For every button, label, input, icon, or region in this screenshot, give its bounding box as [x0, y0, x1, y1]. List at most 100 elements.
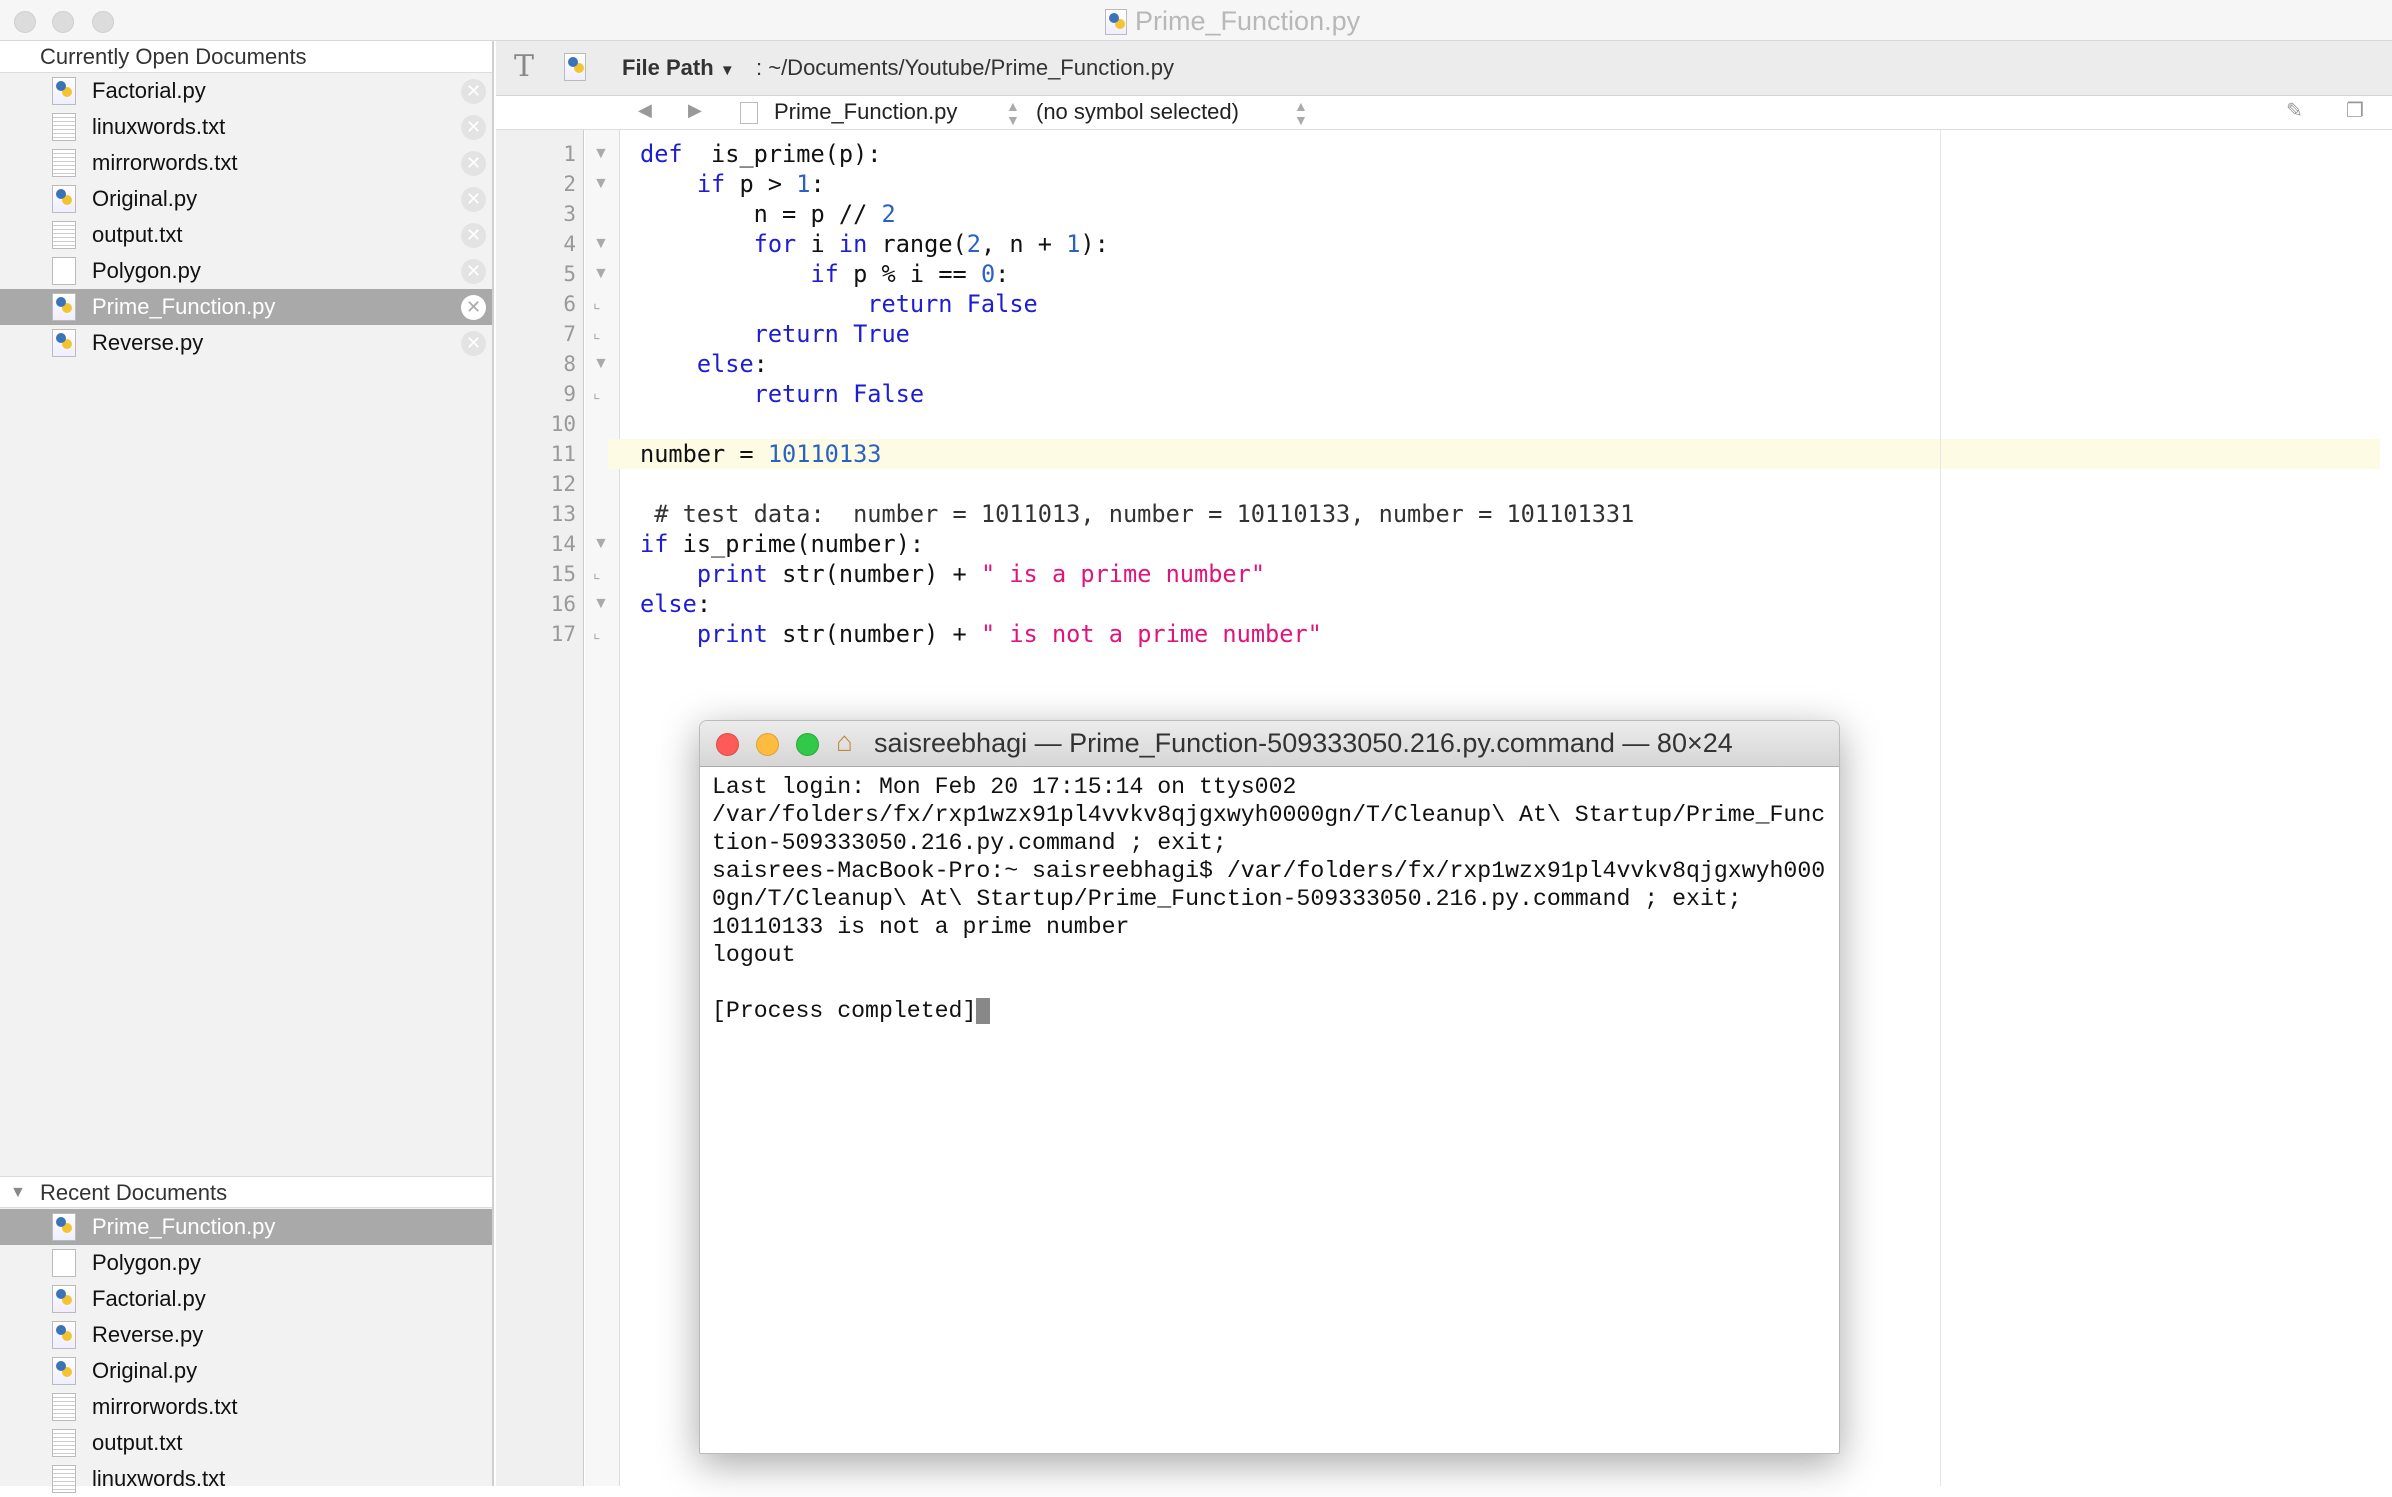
fold-triangle-icon[interactable]: ▼: [593, 259, 609, 289]
text-options-icon[interactable]: T: [514, 49, 534, 84]
document-item[interactable]: output.txt: [0, 1425, 492, 1461]
code-line[interactable]: # test data: number = 1011013, number = …: [620, 499, 2392, 529]
dropdown-arrow-icon: ▼: [719, 62, 735, 79]
close-document-icon[interactable]: ✕: [461, 79, 486, 104]
document-item[interactable]: Reverse.py: [0, 1317, 492, 1353]
fold-triangle-icon[interactable]: ▼: [593, 139, 609, 169]
code-line[interactable]: def is_prime(p):: [620, 139, 2392, 169]
document-item[interactable]: Reverse.py ✕: [0, 325, 492, 361]
code-token: def: [640, 140, 683, 168]
close-window-button[interactable]: [14, 11, 36, 33]
close-document-icon[interactable]: ✕: [461, 295, 486, 320]
document-item[interactable]: Original.py ✕: [0, 181, 492, 217]
fold-triangle-icon[interactable]: ▼: [593, 169, 609, 199]
code-line[interactable]: print str(number) + " is not a prime num…: [620, 619, 2392, 649]
line-number: 4: [563, 232, 576, 256]
document-item[interactable]: Polygon.py: [0, 1245, 492, 1281]
terminal-text: Last login: Mon Feb 20 17:15:14 on ttys0…: [712, 774, 1297, 800]
code-token: else: [696, 350, 754, 378]
fold-triangle-icon[interactable]: ▼: [593, 529, 609, 559]
symbol-selector[interactable]: (no symbol selected): [1036, 99, 1239, 125]
code-line[interactable]: return False: [620, 289, 2392, 319]
document-item[interactable]: mirrorwords.txt: [0, 1389, 492, 1425]
document-label: output.txt: [92, 222, 183, 247]
fold-end-icon: ⌞: [593, 325, 601, 342]
code-line[interactable]: number = 10110133: [608, 439, 2380, 469]
terminal-minimize-button[interactable]: [756, 733, 779, 756]
document-item[interactable]: Prime_Function.py ✕: [0, 289, 492, 325]
code-line[interactable]: print str(number) + " is a prime number": [620, 559, 2392, 589]
document-item[interactable]: linuxwords.txt ✕: [0, 109, 492, 145]
close-document-icon[interactable]: ✕: [461, 223, 486, 248]
code-line[interactable]: if p % i == 0:: [620, 259, 2392, 289]
terminal-cursor: [976, 997, 991, 1024]
stepper-icon[interactable]: ▲ ▼: [1006, 99, 1020, 127]
document-item[interactable]: Prime_Function.py: [0, 1209, 492, 1245]
code-token: :: [696, 590, 712, 618]
forward-arrow-icon[interactable]: ▶: [688, 100, 702, 121]
terminal-window[interactable]: ⌂ saisreebhagi — Prime_Function-50933305…: [699, 720, 1840, 1454]
terminal-text: 10110133 is not a prime number: [712, 914, 1130, 940]
close-document-icon[interactable]: ✕: [461, 115, 486, 140]
terminal-line: [Process completed]: [712, 997, 1839, 1025]
split-view-icon[interactable]: ❐: [2346, 98, 2364, 123]
close-document-icon[interactable]: ✕: [461, 331, 486, 356]
blank-file-icon: [52, 1249, 76, 1277]
code-token: p >: [725, 170, 797, 198]
code-line[interactable]: return False: [620, 379, 2392, 409]
code-token: # test data: number = 1011013, number = …: [640, 500, 1635, 528]
code-line[interactable]: else:: [620, 349, 2392, 379]
close-document-icon[interactable]: ✕: [461, 151, 486, 176]
disclosure-triangle-icon[interactable]: ▼: [10, 1177, 26, 1209]
close-document-icon[interactable]: ✕: [461, 259, 486, 284]
code-line[interactable]: if is_prime(number):: [620, 529, 2392, 559]
line-number: 1: [563, 142, 576, 166]
terminal-output[interactable]: Last login: Mon Feb 20 17:15:14 on ttys0…: [700, 767, 1839, 1025]
close-document-icon[interactable]: ✕: [461, 187, 486, 212]
code-token: i: [796, 230, 839, 258]
code-line[interactable]: if p > 1:: [620, 169, 2392, 199]
code-line[interactable]: for i in range(2, n + 1):: [620, 229, 2392, 259]
code-token: return True: [753, 320, 910, 348]
document-item[interactable]: Polygon.py ✕: [0, 253, 492, 289]
marker-icon[interactable]: ✎: [2286, 98, 2303, 123]
file-path-menu[interactable]: File Path ▼: [622, 55, 735, 81]
terminal-close-button[interactable]: [716, 733, 739, 756]
text-file-icon: [52, 149, 76, 177]
stepper-icon[interactable]: ▲ ▼: [1294, 99, 1308, 127]
fold-triangle-icon[interactable]: ▼: [593, 349, 609, 379]
document-item[interactable]: Original.py: [0, 1353, 492, 1389]
document-item[interactable]: Factorial.py ✕: [0, 73, 492, 109]
fold-end-icon: ⌞: [593, 625, 601, 642]
file-selector[interactable]: Prime_Function.py: [774, 99, 957, 125]
code-line[interactable]: return True: [620, 319, 2392, 349]
code-token: range(: [867, 230, 967, 258]
recent-documents-header[interactable]: ▼ Recent Documents: [0, 1176, 492, 1208]
fold-triangle-icon[interactable]: ▼: [593, 229, 609, 259]
back-arrow-icon[interactable]: ◀: [638, 100, 652, 121]
python-file-icon[interactable]: [564, 53, 586, 81]
code-line[interactable]: else:: [620, 589, 2392, 619]
python-file-icon: [52, 77, 76, 105]
document-item[interactable]: linuxwords.txt: [0, 1461, 492, 1497]
code-line[interactable]: [620, 469, 2392, 499]
code-line[interactable]: n = p // 2: [620, 199, 2392, 229]
terminal-title: saisreebhagi — Prime_Function-509333050.…: [874, 728, 1733, 758]
minimize-window-button[interactable]: [52, 11, 74, 33]
terminal-zoom-button[interactable]: [796, 733, 819, 756]
terminal-line: /var/folders/fx/rxp1wzx91pl4vvkv8qjgxwyh…: [712, 801, 1839, 829]
document-item[interactable]: output.txt ✕: [0, 217, 492, 253]
line-number-gutter: 1 2 3 4 5 6 7 8 9 10 11 12 13 14 15 16 17: [496, 130, 584, 1486]
code-line[interactable]: [620, 409, 2392, 439]
document-item[interactable]: Factorial.py: [0, 1281, 492, 1317]
blank-file-icon: [52, 257, 76, 285]
code-token: if: [696, 170, 726, 198]
document-item[interactable]: mirrorwords.txt ✕: [0, 145, 492, 181]
document-label: Factorial.py: [92, 1286, 206, 1311]
zoom-window-button[interactable]: [92, 11, 114, 33]
fold-triangle-icon[interactable]: ▼: [593, 589, 609, 619]
